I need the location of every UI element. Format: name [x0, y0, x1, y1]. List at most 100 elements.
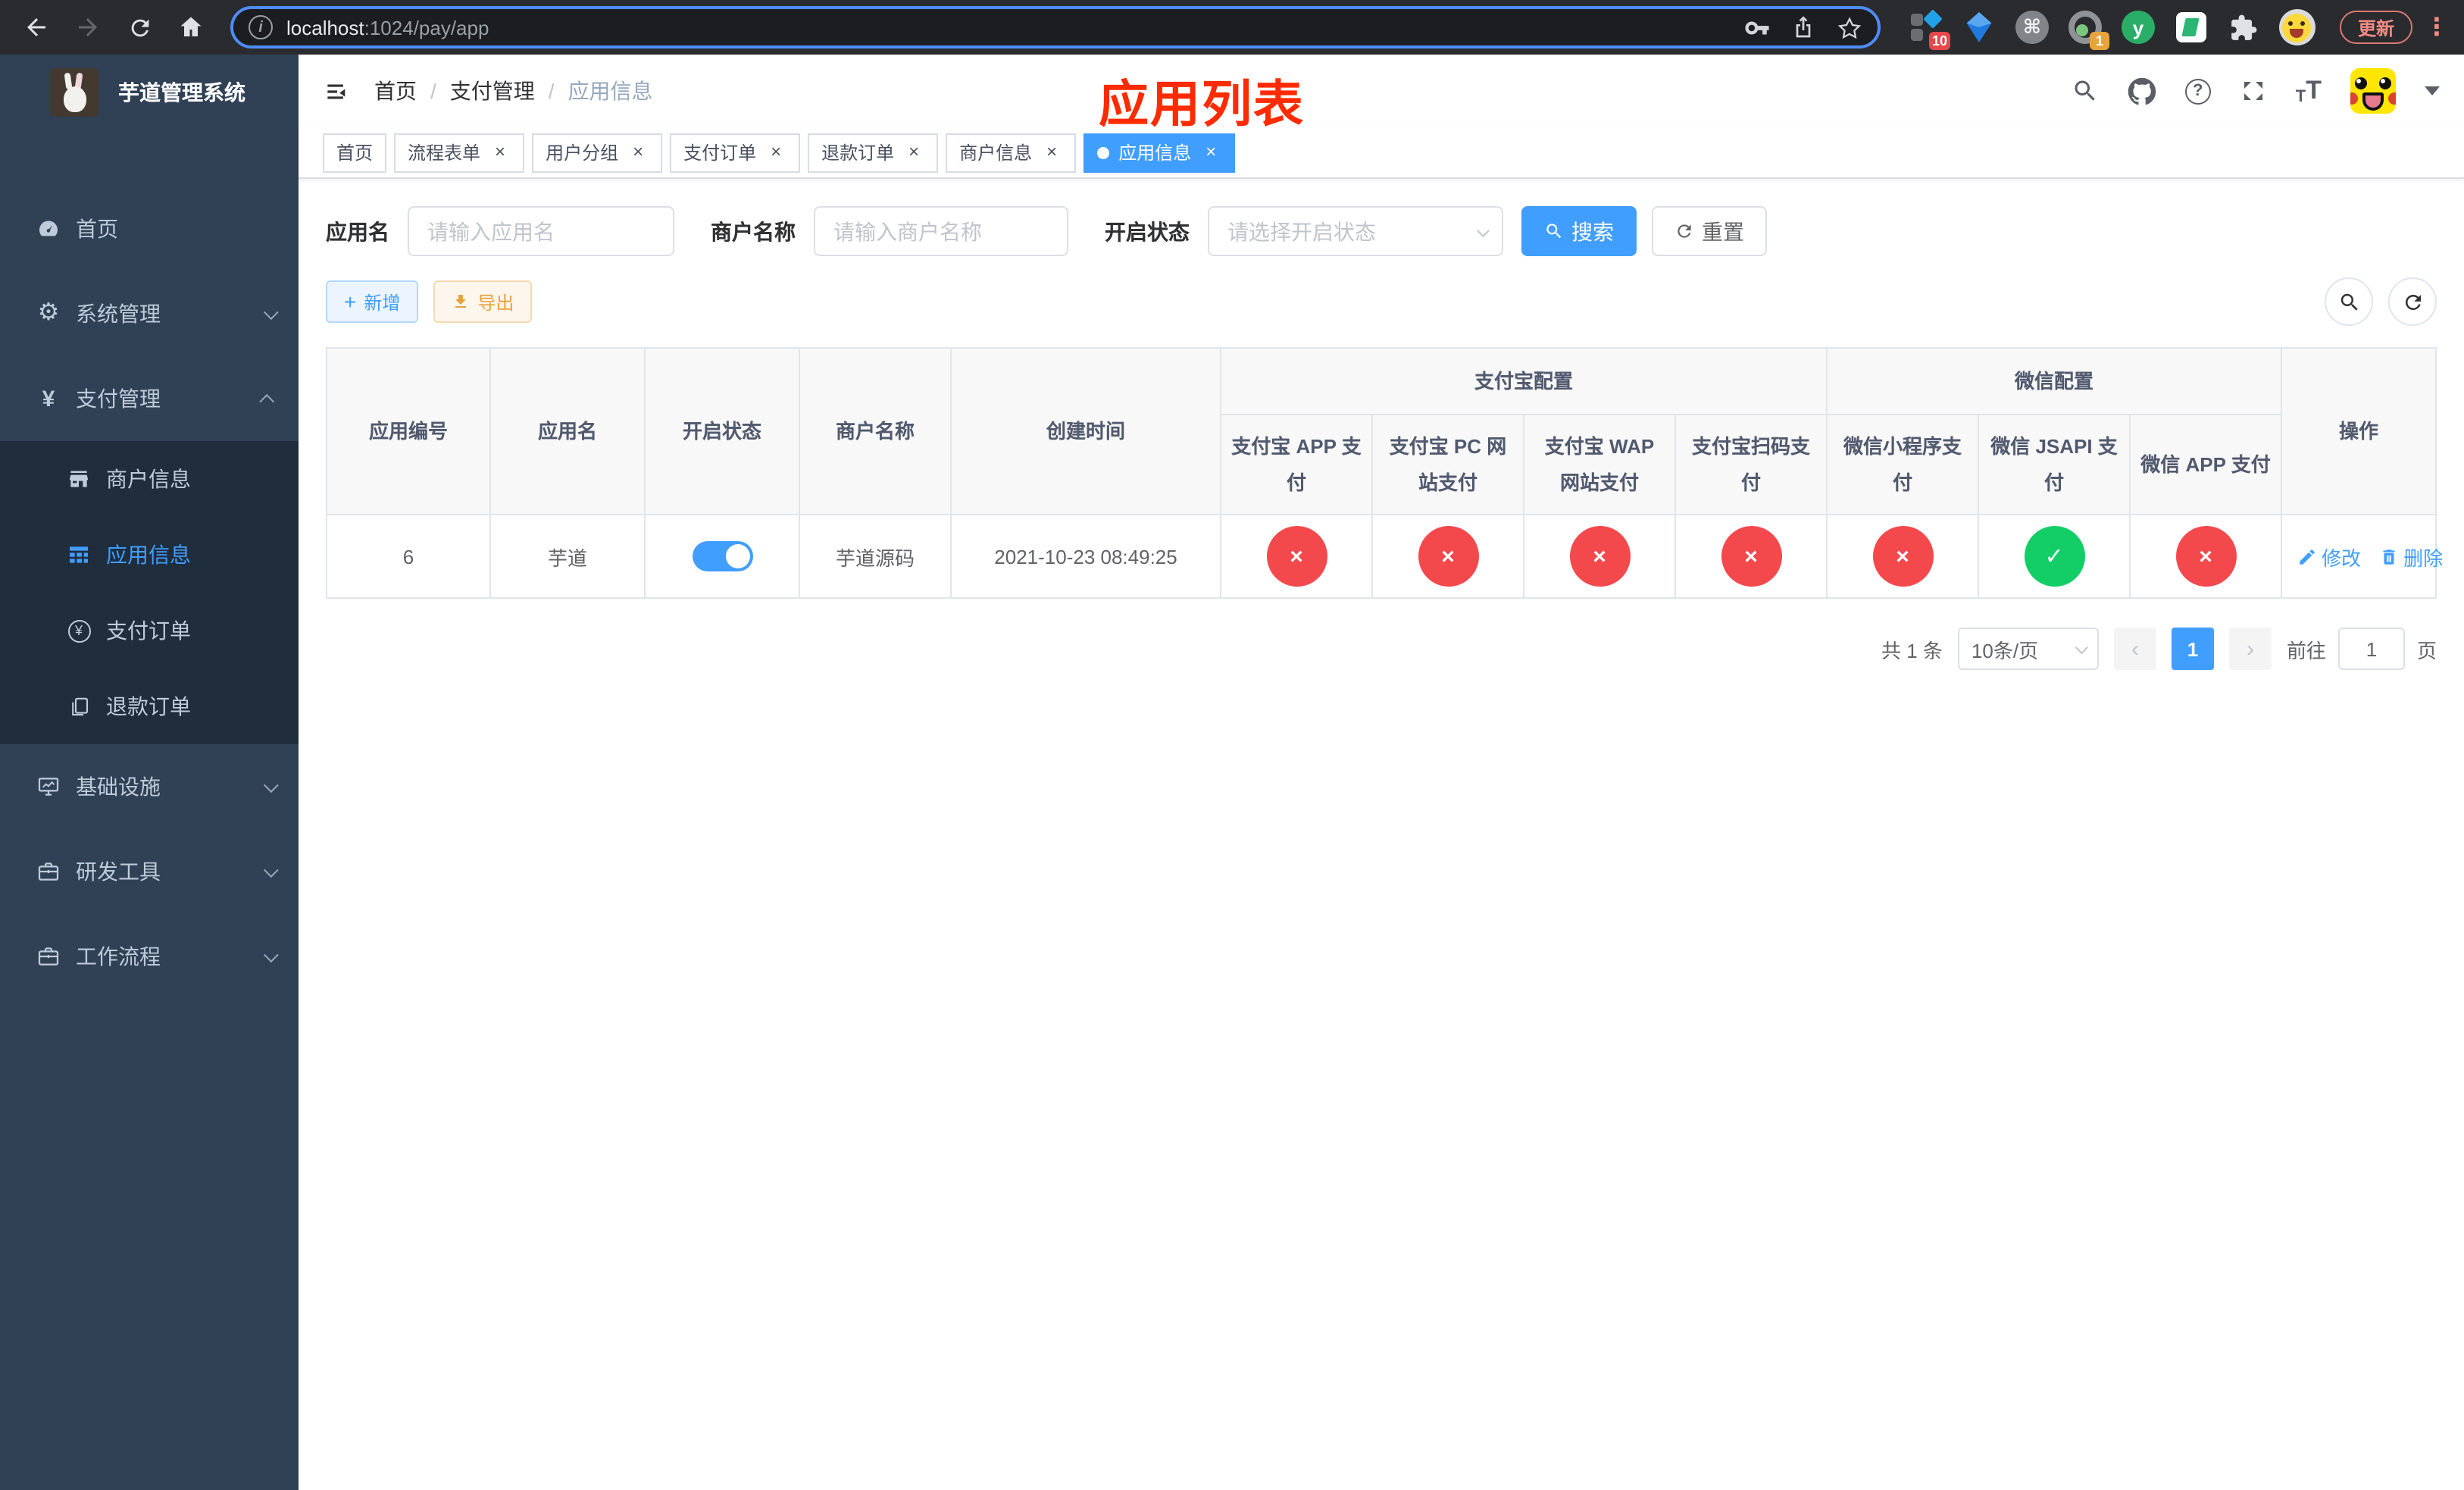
sidebar-item-infrastructure[interactable]: 基础设施 [0, 744, 299, 829]
close-icon[interactable]: × [903, 141, 924, 163]
next-page-button[interactable]: › [2228, 628, 2272, 671]
cell-created-at: 2021-10-23 08:49:25 [950, 514, 1221, 599]
row-enabled-switch[interactable] [692, 541, 752, 572]
table-toolbar: + 新增 导出 [326, 277, 2437, 326]
status-wechat-mini-icon: × [1872, 526, 1934, 587]
merchant-name-label: 商户名称 [711, 219, 796, 243]
page-1-button[interactable]: 1 [2171, 628, 2214, 671]
hide-search-button[interactable] [2325, 277, 2373, 326]
close-icon[interactable]: × [1041, 141, 1062, 163]
tab-process-form[interactable]: 流程表单 × [394, 133, 525, 172]
chevron-down-icon [263, 947, 279, 963]
user-avatar[interactable] [2350, 68, 2396, 114]
goto-suffix: 页 [2416, 639, 2437, 662]
col-group-alipay: 支付宝配置 [1219, 346, 1828, 416]
pencil-icon [2300, 549, 2315, 565]
reload-icon[interactable] [118, 6, 161, 49]
cell-app-name: 芋道 [489, 514, 646, 599]
breadcrumb-current: 应用信息 [568, 79, 653, 103]
merchant-name-input[interactable] [814, 206, 1068, 256]
chevron-down-icon [263, 777, 279, 793]
sidebar-item-payment[interactable]: ¥ 支付管理 [0, 356, 299, 441]
command-extension-icon[interactable]: ⌘ [2014, 9, 2050, 45]
back-icon[interactable] [15, 6, 58, 49]
close-icon[interactable]: × [765, 141, 786, 163]
search-button[interactable]: 搜索 [1521, 206, 1637, 256]
sidebar-item-merchant-info[interactable]: 商户信息 [0, 441, 299, 517]
sidebar-item-refund-orders[interactable]: 退款订单 [0, 668, 299, 744]
home-icon[interactable] [170, 6, 212, 49]
reset-button[interactable]: 重置 [1652, 206, 1767, 256]
breadcrumb: 首页 / 支付管理 / 应用信息 [374, 76, 653, 106]
gem-extension-icon[interactable] [1961, 9, 1997, 45]
profile-avatar-icon[interactable] [2278, 9, 2315, 45]
recorder-extension-icon[interactable]: 1 [2067, 9, 2109, 50]
sidebar-item-pay-orders[interactable]: ¥ 支付订单 [0, 593, 299, 668]
gear-icon: ⚙ [37, 300, 60, 326]
breadcrumb-payment[interactable]: 支付管理 [450, 76, 535, 106]
app-name-input[interactable] [408, 206, 674, 256]
sidebar-item-home[interactable]: 首页 [0, 186, 299, 271]
page-size-select[interactable]: 10条/页 [1957, 628, 2099, 671]
url-text: localhost:1024/pay/app [286, 16, 489, 39]
goto-page-input[interactable] [2337, 628, 2405, 671]
tab-refund-orders[interactable]: 退款订单 × [808, 133, 939, 172]
userscript-extension-icon[interactable]: 10 [1908, 9, 1950, 50]
tab-merchant-info[interactable]: 商户信息 × [946, 133, 1077, 172]
export-button[interactable]: 导出 [433, 280, 533, 323]
status-select[interactable]: 请选择开启状态 [1208, 206, 1503, 256]
help-icon[interactable]: ? [2184, 78, 2211, 104]
sidebar-item-workflow[interactable]: 工作流程 [0, 914, 299, 999]
app-name-label: 应用名 [326, 219, 389, 243]
tab-app-info[interactable]: 应用信息 × [1083, 133, 1236, 172]
chevron-down-icon [2075, 641, 2088, 655]
github-icon[interactable] [2128, 77, 2156, 105]
status-alipay-qr-icon: × [1721, 526, 1781, 587]
status-wechat-app-icon: × [2175, 526, 2237, 587]
extensions-puzzle-icon[interactable] [2226, 9, 2262, 45]
bookmark-star-icon[interactable] [1837, 14, 1862, 40]
refresh-button[interactable] [2388, 277, 2437, 326]
col-alipay-pc: 支付宝 PC 网站支付 [1371, 414, 1524, 516]
breadcrumb-home[interactable]: 首页 [374, 76, 417, 106]
yuque-extension-icon[interactable]: y [2120, 9, 2156, 45]
toolbox-icon [36, 944, 61, 969]
avatar-caret-icon[interactable] [2425, 86, 2440, 95]
delete-link[interactable]: 删除 [2379, 542, 2443, 571]
app-table: 应用编号 应用名 开启状态 商户名称 创建时间 支付宝配置 微信配置 操作 支付… [326, 346, 2443, 599]
active-dot [1097, 146, 1110, 158]
browser-update-button[interactable]: 更新 [2339, 11, 2412, 44]
share-icon[interactable] [1791, 15, 1815, 39]
tab-pay-orders[interactable]: 支付订单 × [670, 133, 801, 172]
tab-home[interactable]: 首页 [323, 133, 387, 172]
password-key-icon[interactable] [1744, 14, 1770, 40]
col-wechat-app: 微信 APP 支付 [2129, 414, 2283, 516]
download-icon [455, 295, 467, 308]
sidebar-item-system[interactable]: ⚙ 系统管理 [0, 271, 299, 356]
header-search-icon[interactable] [2072, 77, 2099, 105]
col-app-name: 应用名 [489, 346, 646, 516]
fullscreen-icon[interactable] [2240, 77, 2267, 105]
total-count: 共 1 条 [1881, 639, 1943, 662]
edit-link[interactable]: 修改 [2297, 542, 2361, 571]
chevron-down-icon [1476, 224, 1490, 237]
forward-icon[interactable] [67, 6, 109, 49]
col-alipay-qr: 支付宝扫码支付 [1674, 414, 1828, 516]
close-icon[interactable]: × [489, 141, 511, 163]
notes-extension-icon[interactable] [2173, 9, 2209, 45]
site-info-icon[interactable]: i [249, 15, 273, 39]
address-bar[interactable]: i localhost:1024/pay/app [230, 6, 1881, 49]
cell-app-id: 6 [326, 514, 491, 599]
browser-menu-icon[interactable]: ⋮ [2425, 12, 2449, 42]
app-logo[interactable]: 芋道管理系统 [0, 55, 299, 130]
prev-page-button[interactable]: ‹ [2113, 628, 2156, 671]
close-icon[interactable]: × [627, 141, 649, 163]
extension-badge: 10 [1928, 32, 1950, 50]
add-button[interactable]: + 新增 [326, 280, 419, 323]
font-size-icon[interactable]: TT [2296, 76, 2322, 106]
sidebar-item-dev-tools[interactable]: 研发工具 [0, 829, 299, 914]
close-icon[interactable]: × [1200, 141, 1221, 163]
sidebar-item-app-info[interactable]: 应用信息 [0, 517, 299, 593]
tab-user-group[interactable]: 用户分组 × [532, 133, 663, 172]
sidebar-collapse-icon[interactable] [323, 77, 352, 105]
